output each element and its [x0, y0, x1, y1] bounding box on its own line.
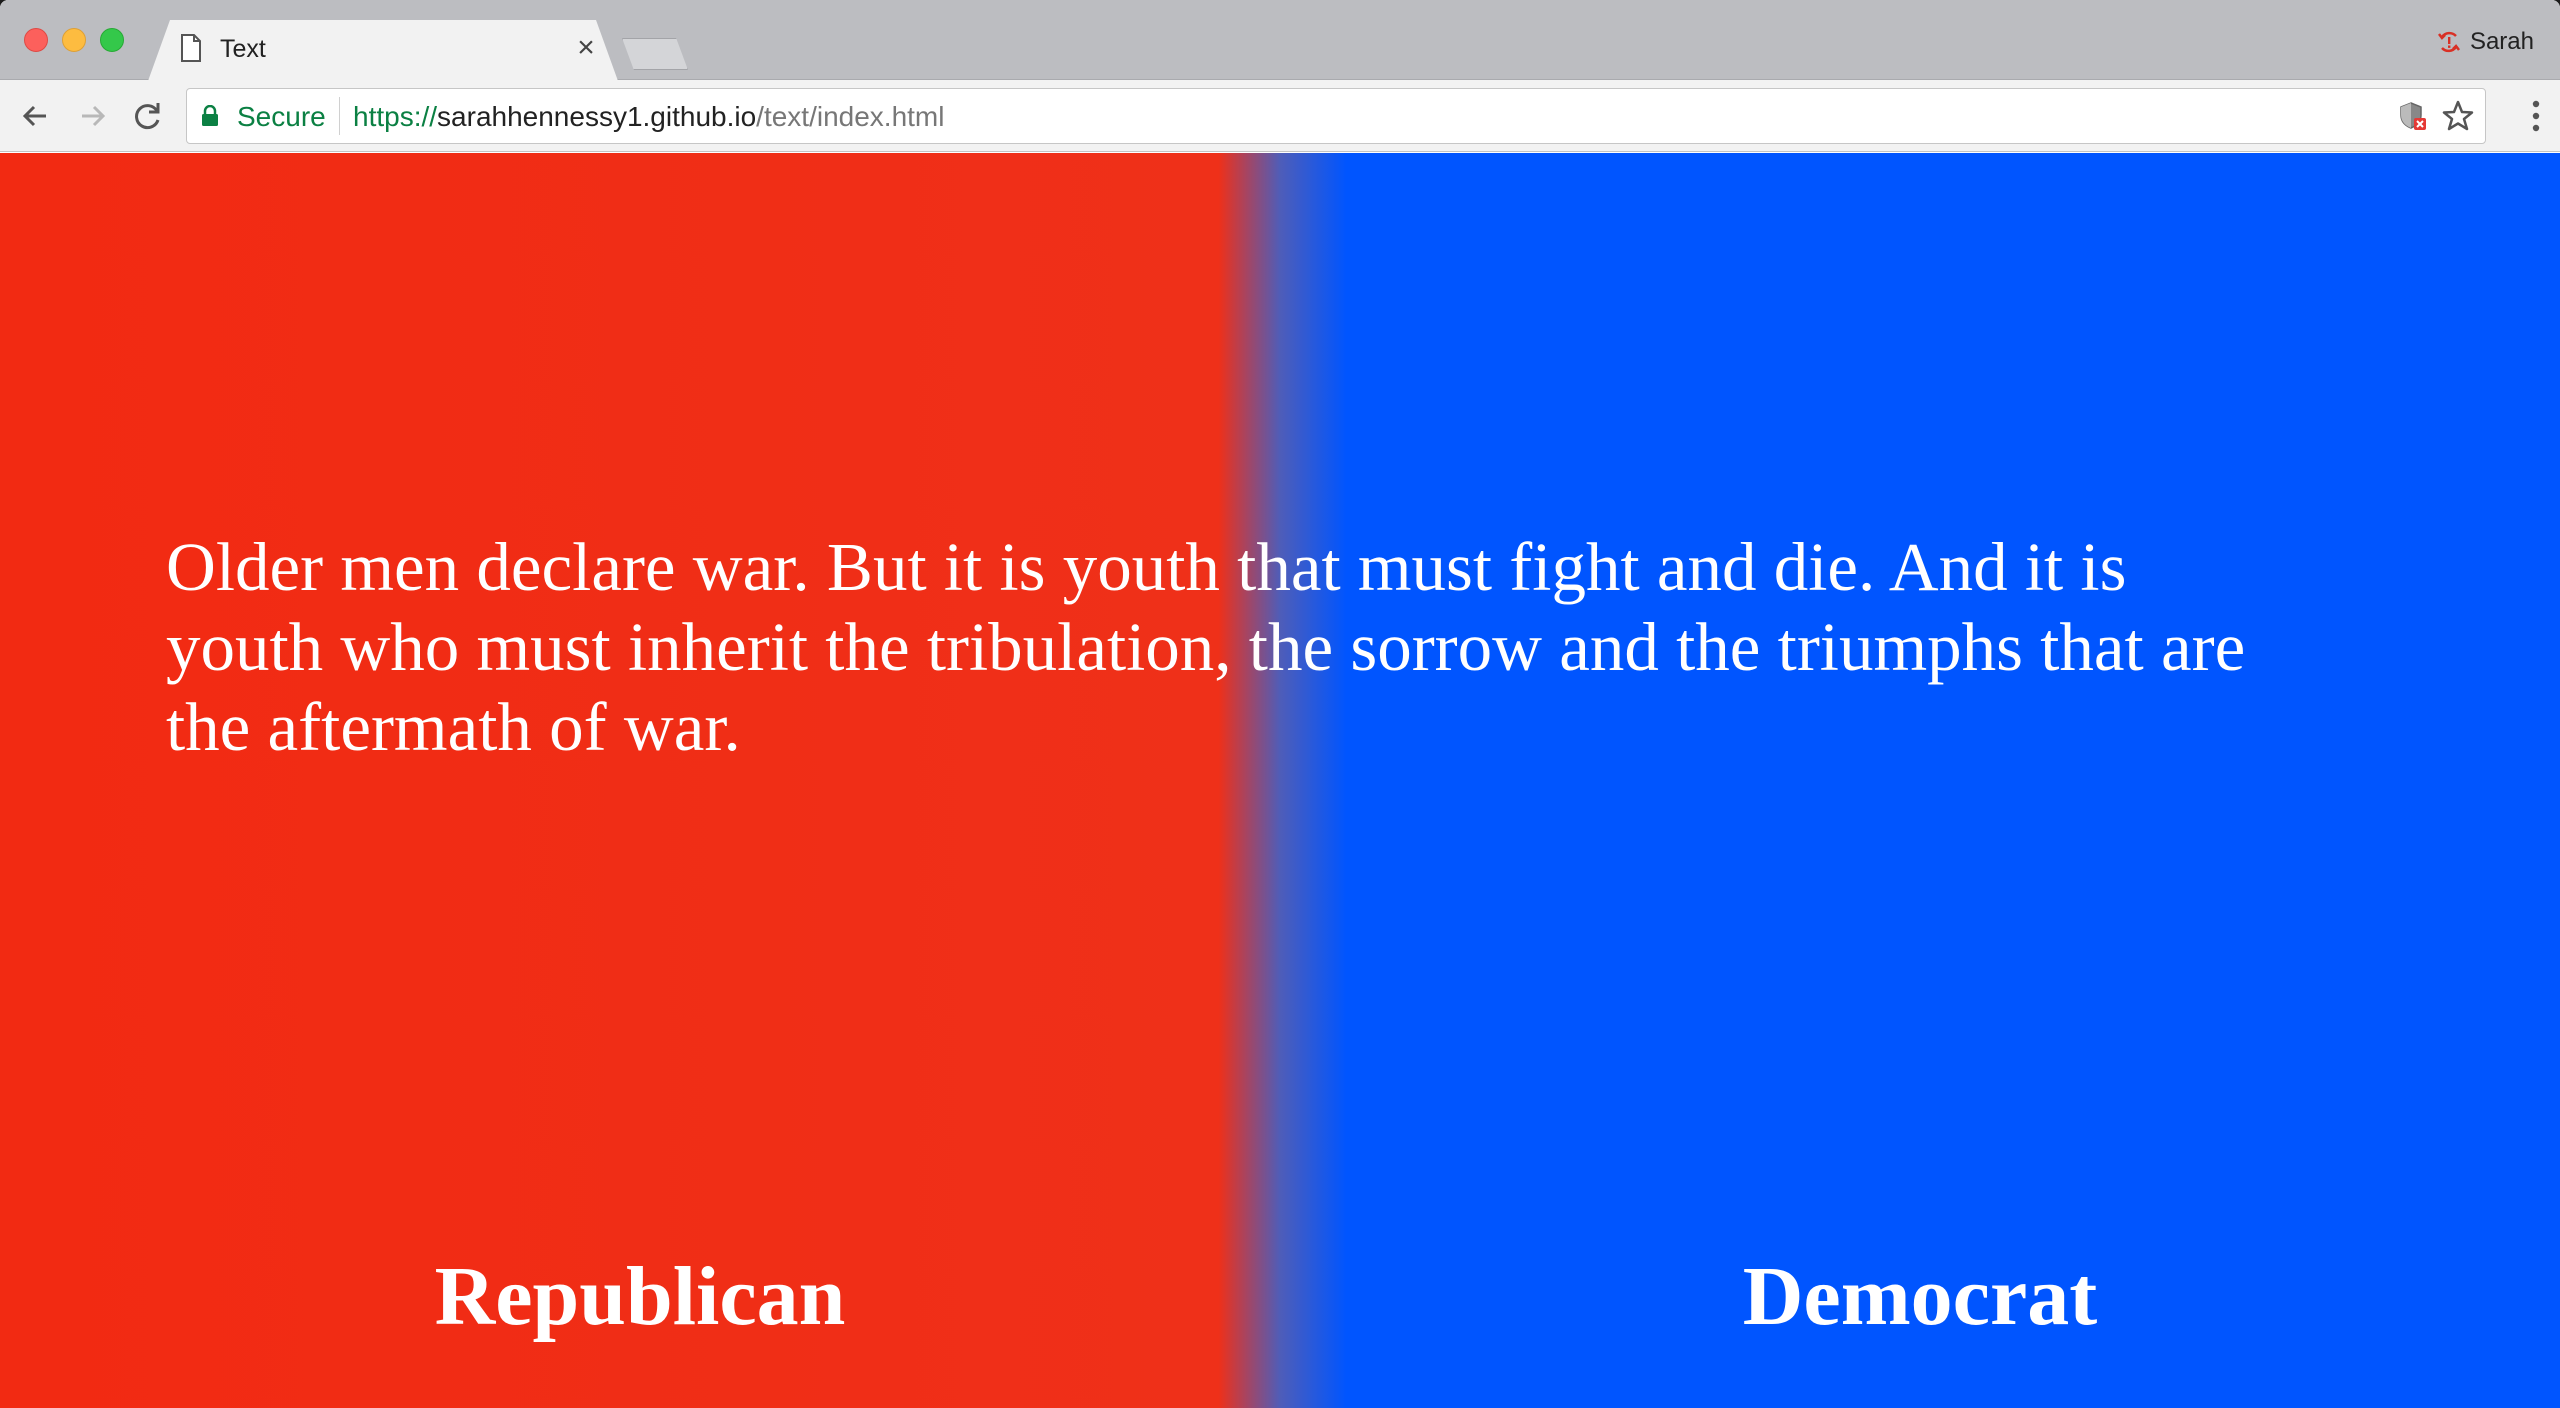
browser-window: Text × Sarah Secure https://sarahhenness…: [0, 0, 2560, 1408]
back-arrow-icon: [22, 105, 46, 127]
democrat-label: Democrat: [1742, 1250, 2098, 1343]
reload-button[interactable]: [128, 96, 168, 136]
url-path: /text/index.html: [756, 101, 945, 132]
tab-strip: Text × Sarah: [0, 0, 2560, 80]
close-window-button[interactable]: [24, 28, 48, 52]
back-button[interactable]: [16, 96, 56, 136]
vertical-dots-icon[interactable]: [2530, 98, 2542, 134]
url-scheme: https://: [353, 101, 438, 132]
zoom-window-button[interactable]: [100, 28, 124, 52]
new-tab-button[interactable]: [622, 38, 688, 70]
reload-icon: [135, 103, 160, 130]
url-text[interactable]: https://sarahhennessy1.github.io/text/in…: [353, 102, 944, 132]
page-content: Older men declare war. But it is youth t…: [0, 153, 2560, 1408]
document-icon: [181, 34, 201, 62]
address-separator: [339, 97, 340, 135]
tab-close-button[interactable]: ×: [572, 33, 600, 63]
tab-text[interactable]: [148, 20, 618, 81]
url-host: sarahhennessy1.github.io: [437, 101, 757, 132]
profile-name: Sarah: [2469, 28, 2534, 55]
browser-toolbar: Secure https://sarahhennessy1.github.io/…: [0, 80, 2560, 152]
forward-button[interactable]: [72, 96, 112, 136]
star-icon[interactable]: [2441, 99, 2475, 133]
republican-label: Republican: [434, 1250, 846, 1343]
sync-error-icon: [2437, 31, 2460, 53]
tab-title: Text: [220, 35, 266, 63]
address-bar[interactable]: Secure https://sarahhennessy1.github.io/…: [186, 88, 2486, 144]
minimize-window-button[interactable]: [62, 28, 86, 52]
secure-label: Secure: [237, 101, 326, 132]
profile-button[interactable]: Sarah: [2436, 26, 2534, 58]
forward-arrow-icon: [82, 105, 106, 127]
lock-icon: [202, 105, 218, 126]
shield-blocked-icon[interactable]: [2399, 101, 2427, 131]
quote-text: Older men declare war. But it is youth t…: [166, 529, 2246, 765]
